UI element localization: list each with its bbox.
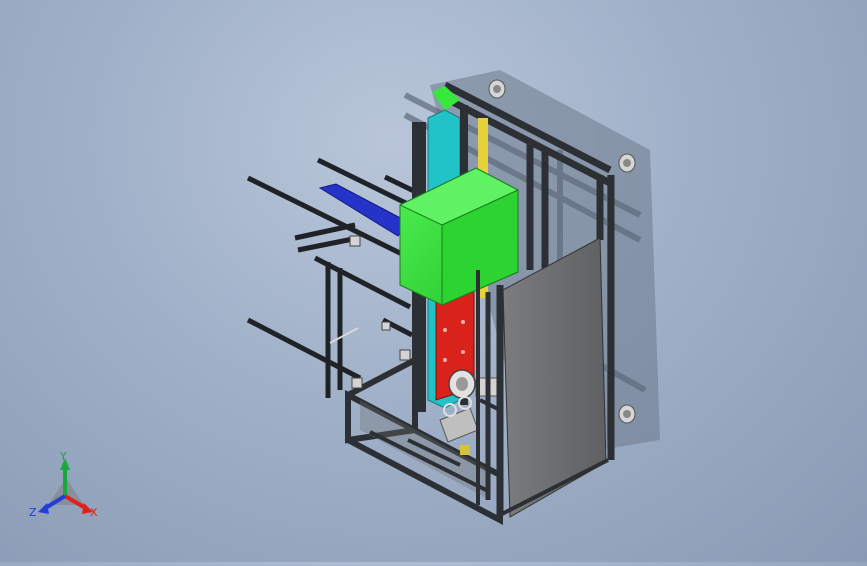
thin-rod	[329, 327, 359, 344]
cad-viewport[interactable]: Y X Z	[0, 0, 867, 562]
x-axis-label: X	[90, 506, 98, 519]
leveling-foot-right	[618, 153, 636, 173]
leveling-foot-top	[488, 79, 506, 99]
z-axis-label: Z	[29, 506, 37, 519]
motor-assembly[interactable]	[448, 369, 503, 399]
y-axis-label: Y	[59, 450, 67, 463]
upper-arm-assembly[interactable]	[246, 157, 422, 261]
leveling-foot-bottom	[618, 404, 636, 424]
coordinate-triad[interactable]: Y X Z	[29, 450, 98, 519]
cad-canvas[interactable]: Y X Z	[0, 0, 867, 562]
